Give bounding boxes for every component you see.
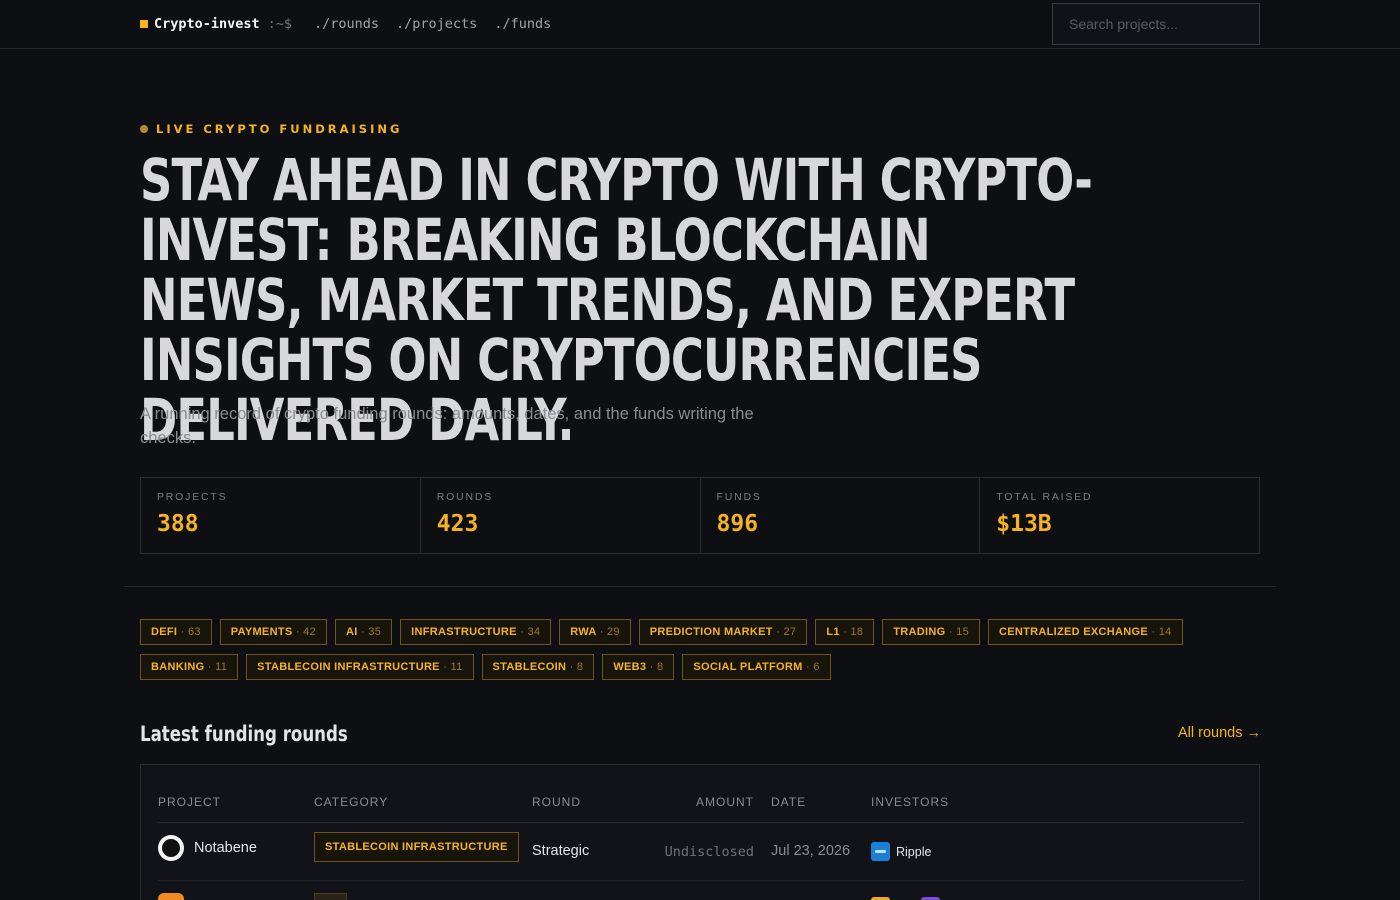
- tag-count: · 11: [207, 661, 228, 673]
- tag-name: STABLECOIN INFRASTRUCTURE: [257, 661, 440, 673]
- section-divider: [124, 586, 1276, 587]
- tag-count: · 8: [569, 661, 584, 673]
- tag-count: · 27: [776, 626, 797, 638]
- tag-count: · 63: [180, 626, 201, 638]
- category-tag-rwa[interactable]: RWA · 29: [559, 619, 631, 645]
- nav-link-funds[interactable]: ./funds: [494, 16, 551, 32]
- category-tag-infrastructure[interactable]: INFRASTRUCTURE · 34: [400, 619, 552, 645]
- stat-value: 423: [436, 511, 479, 537]
- tag-count: · 14: [1151, 626, 1172, 638]
- project-logo-icon: [158, 835, 184, 861]
- category-cell: [314, 893, 347, 900]
- tag-name: SOCIAL PLATFORM: [693, 661, 803, 673]
- category-tag-centralized-exchange[interactable]: CENTRALIZED EXCHANGE · 14: [988, 619, 1183, 645]
- stats-panel: PROJECTS 388 ROUNDS 423 FUNDS 896 TOTAL …: [140, 477, 1260, 554]
- tag-name: CENTRALIZED EXCHANGE: [999, 626, 1149, 638]
- table-row[interactable]: [158, 881, 1244, 900]
- category-tag-banking[interactable]: BANKING · 11: [140, 654, 239, 680]
- main-nav: ./rounds ./projects ./funds: [314, 16, 551, 32]
- table-header: PROJECT CATEGORY ROUND AMOUNT DATE INVES…: [158, 793, 1244, 823]
- stat-label: PROJECTS: [157, 491, 228, 503]
- latest-rounds-title: Latest funding rounds: [140, 722, 348, 746]
- stat-label: TOTAL RAISED: [996, 491, 1093, 503]
- category-tag-web3[interactable]: WEB3 · 8: [602, 654, 675, 680]
- tag-count: · 29: [599, 626, 620, 638]
- col-category[interactable]: CATEGORY: [314, 795, 388, 809]
- stat-label: ROUNDS: [436, 491, 494, 503]
- live-dot-icon: [140, 125, 148, 133]
- stat-value: $13B: [996, 511, 1052, 537]
- tag-name: AI: [346, 626, 358, 638]
- stat-funds: FUNDS 896: [701, 478, 981, 553]
- tag-name: INFRASTRUCTURE: [411, 626, 517, 638]
- brand[interactable]: Crypto-invest :~$: [140, 16, 292, 32]
- category-tag-social-platform[interactable]: SOCIAL PLATFORM · 6: [682, 654, 831, 680]
- category-tag[interactable]: [314, 893, 347, 900]
- tag-name: DEFI: [151, 626, 178, 638]
- category-tag-l1[interactable]: L1 · 18: [815, 619, 875, 645]
- col-amount[interactable]: AMOUNT: [696, 795, 754, 809]
- table-row[interactable]: Notabene STABLECOIN INFRASTRUCTURE Strat…: [158, 823, 1244, 881]
- investor-name: Ripple: [896, 844, 932, 859]
- col-round[interactable]: ROUND: [532, 795, 581, 809]
- search-input[interactable]: [1069, 16, 1249, 32]
- brand-name: Crypto-invest: [154, 16, 260, 32]
- category-cell: STABLECOIN INFRASTRUCTURE: [314, 832, 519, 862]
- live-eyebrow: LIVE CRYPTO FUNDRAISING: [140, 122, 402, 136]
- tag-name: RWA: [570, 626, 597, 638]
- category-tag-stablecoin-infrastructure[interactable]: STABLECOIN INFRASTRUCTURE · 11: [246, 654, 474, 680]
- tag-count: · 42: [295, 626, 316, 638]
- stat-rounds: ROUNDS 423: [421, 478, 701, 553]
- tag-count: · 18: [843, 626, 864, 638]
- rounds-table: PROJECT CATEGORY ROUND AMOUNT DATE INVES…: [140, 764, 1260, 900]
- nav-link-rounds[interactable]: ./rounds: [314, 16, 379, 32]
- tag-name: STABLECOIN: [492, 661, 567, 673]
- brand-prompt: :~$: [267, 16, 293, 32]
- stat-value: 896: [716, 511, 759, 537]
- category-tag[interactable]: STABLECOIN INFRASTRUCTURE: [314, 832, 519, 862]
- category-tag-defi[interactable]: DEFI · 63: [140, 619, 212, 645]
- stat-label: FUNDS: [716, 491, 762, 503]
- project-name: Notabene: [194, 840, 257, 856]
- tag-name: PAYMENTS: [230, 626, 293, 638]
- amount-value: Undisclosed: [664, 844, 754, 860]
- tag-name: TRADING: [893, 626, 946, 638]
- page-subtitle: A running record of crypto funding round…: [140, 405, 754, 447]
- all-rounds-link[interactable]: All rounds →: [1178, 725, 1261, 741]
- nav-link-projects[interactable]: ./projects: [396, 16, 477, 32]
- tag-count: · 11: [443, 661, 463, 673]
- eyebrow-text: LIVE CRYPTO FUNDRAISING: [156, 122, 403, 136]
- project-logo-icon: [158, 893, 184, 900]
- tag-name: L1: [826, 626, 840, 638]
- category-tag-trading[interactable]: TRADING · 15: [882, 619, 981, 645]
- col-date[interactable]: DATE: [771, 795, 806, 809]
- col-project[interactable]: PROJECT: [158, 795, 221, 809]
- category-tag-payments[interactable]: PAYMENTS · 42: [219, 619, 327, 645]
- category-tag-ai[interactable]: AI · 35: [335, 619, 393, 645]
- tag-count: · 15: [948, 626, 970, 638]
- tag-count: · 35: [360, 626, 382, 638]
- tag-count: · 34: [520, 626, 541, 638]
- col-investors[interactable]: INVESTORS: [871, 795, 949, 809]
- tag-name: WEB3: [613, 661, 647, 673]
- investor-chip[interactable]: Ripple: [871, 842, 931, 861]
- top-bar: Crypto-invest :~$ ./rounds ./projects ./…: [0, 0, 1400, 49]
- tag-name: PREDICTION MARKET: [649, 626, 773, 638]
- category-tags: DEFI · 63 PAYMENTS · 42 AI · 35 INFRASTR…: [140, 619, 1260, 680]
- project-cell[interactable]: [158, 893, 184, 900]
- stat-total-raised: TOTAL RAISED $13B: [980, 478, 1259, 553]
- search-box: [1052, 3, 1260, 45]
- round-type: Strategic: [532, 843, 590, 859]
- tag-count: · 8: [649, 661, 664, 673]
- ripple-logo-icon: [871, 842, 890, 861]
- stat-value: 388: [157, 511, 199, 537]
- brand-logo-icon: [140, 20, 148, 28]
- category-tag-stablecoin[interactable]: STABLECOIN · 8: [481, 654, 595, 680]
- stat-projects: PROJECTS 388: [141, 478, 421, 553]
- tag-name: BANKING: [151, 661, 205, 673]
- tag-count: · 6: [805, 661, 820, 673]
- date-value: Jul 23, 2026: [771, 843, 851, 859]
- category-tag-prediction-market[interactable]: PREDICTION MARKET · 27: [638, 619, 808, 645]
- project-cell[interactable]: Notabene: [158, 835, 257, 861]
